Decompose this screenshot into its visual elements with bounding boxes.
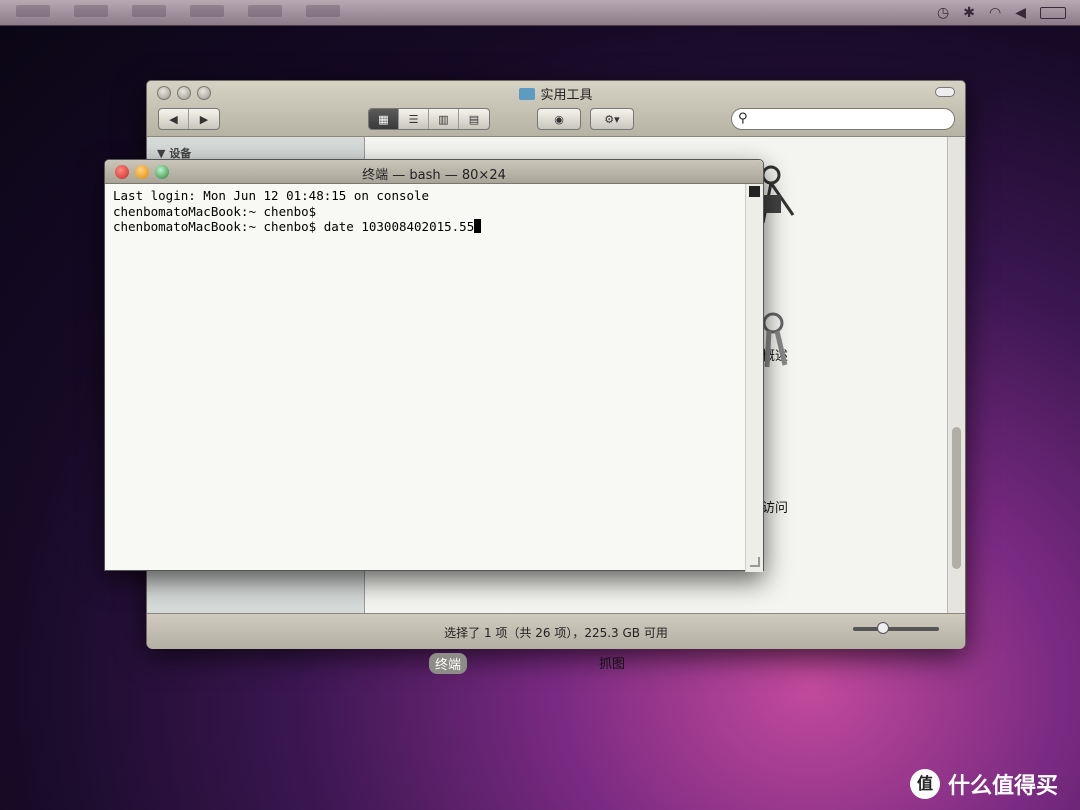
text-cursor [474, 219, 482, 233]
window-title-text: 实用工具 [540, 88, 593, 103]
smzdm-logo-icon: 值 [910, 769, 940, 799]
resize-grip-icon[interactable] [750, 557, 760, 567]
battery-icon[interactable] [1040, 7, 1066, 19]
icon-view-button[interactable]: ▦ [369, 109, 399, 129]
column-view-button[interactable]: ▥ [429, 109, 459, 129]
menu-item[interactable] [74, 5, 108, 17]
search-field[interactable]: ⚲ [731, 108, 955, 130]
wifi-icon[interactable]: ◠ [989, 3, 1001, 23]
window-title: 实用工具 [147, 84, 965, 103]
slider-knob[interactable] [877, 622, 889, 634]
terminal-titlebar: 终端 — bash — 80×24 [105, 160, 763, 184]
menu-item[interactable] [248, 5, 282, 17]
quicklook-control: ◉ [537, 108, 581, 130]
vertical-scrollbar[interactable] [947, 137, 965, 613]
action-gear-button[interactable]: ⚙▾ [591, 109, 633, 129]
folder-icon [519, 88, 536, 100]
menu-bar: ◷ ✱ ◠ ◀ [0, 0, 1080, 26]
status-text: 选择了 1 项（共 26 项），225.3 GB 可用 [444, 626, 668, 640]
menu-item[interactable] [16, 5, 50, 17]
list-view-button[interactable]: ☰ [399, 109, 429, 129]
menu-item[interactable] [132, 5, 166, 17]
terminal-window: 终端 — bash — 80×24 Last login: Mon Jun 12… [104, 159, 764, 572]
command-text: chenbomatoMacBook:~ chenbo$ date 1030084… [113, 219, 475, 234]
terminal-output[interactable]: Last login: Mon Jun 12 01:48:15 on conso… [113, 188, 743, 235]
menu-status-area: ◷ ✱ ◠ ◀ [937, 3, 1066, 23]
status-bar: 选择了 1 项（共 26 项），225.3 GB 可用 [147, 613, 965, 649]
terminal-line-current: chenbomatoMacBook:~ chenbo$ date 1030084… [113, 219, 743, 235]
terminal-line: Last login: Mon Jun 12 01:48:15 on conso… [113, 188, 430, 203]
back-forward-control: ◀ ▶ [158, 108, 220, 130]
search-icon: ⚲ [738, 111, 748, 126]
terminal-line: chenbomatoMacBook:~ chenbo$ [113, 203, 317, 219]
watermark: 值 什么值得买 [910, 768, 1058, 800]
clock-icon[interactable]: ◷ [937, 3, 949, 23]
volume-icon[interactable]: ◀ [1015, 3, 1026, 23]
terminal-scrollbar[interactable] [745, 184, 763, 572]
quicklook-button[interactable]: ◉ [538, 109, 580, 129]
coverflow-view-button[interactable]: ▤ [459, 109, 489, 129]
scroll-box[interactable] [749, 186, 760, 197]
file-label-selected[interactable]: 终端 [429, 653, 468, 674]
menu-item[interactable] [306, 5, 340, 17]
forward-button[interactable]: ▶ [189, 109, 219, 129]
toolbar-toggle-button[interactable] [935, 87, 955, 97]
watermark-text: 什么值得买 [948, 774, 1059, 799]
view-switcher: ▦ ☰ ▥ ▤ [368, 108, 490, 130]
bluetooth-icon[interactable]: ✱ [963, 3, 975, 23]
icon-size-slider[interactable] [853, 622, 939, 634]
back-button[interactable]: ◀ [159, 109, 189, 129]
scroll-thumb[interactable] [952, 427, 961, 569]
file-label[interactable]: 抓图 [599, 653, 625, 672]
action-control: ⚙▾ [590, 108, 634, 130]
finder-titlebar: 实用工具 ◀ ▶ ▦ ☰ ▥ ▤ ◉ ⚙▾ ⚲ [147, 81, 965, 137]
terminal-title: 终端 — bash — 80×24 [362, 168, 506, 183]
menu-item[interactable] [190, 5, 224, 17]
menu-items [16, 5, 340, 17]
